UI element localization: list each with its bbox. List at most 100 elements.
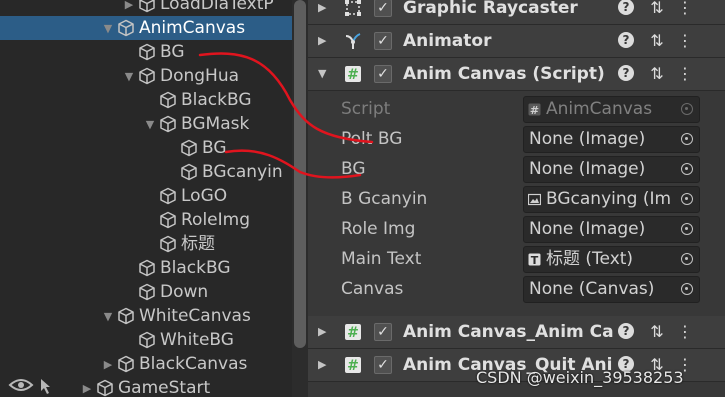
hierarchy-item[interactable]: ▼ DongHua bbox=[0, 64, 292, 88]
component-title: Animator bbox=[403, 31, 492, 51]
pickable-hand-icon[interactable] bbox=[38, 377, 56, 395]
hierarchy-item[interactable]: BGcanyin bbox=[0, 160, 292, 184]
hierarchy-item-label: BlackCanvas bbox=[139, 354, 248, 374]
presets-icon[interactable]: ⇅ bbox=[648, 32, 666, 50]
object-field-value: None (Image) bbox=[529, 129, 646, 149]
watermark: CSDN @weixin_39538253 bbox=[476, 368, 684, 387]
gameobject-cube-icon bbox=[181, 139, 197, 157]
expand-icon[interactable]: ▶ bbox=[318, 358, 326, 371]
collapse-icon[interactable]: ▼ bbox=[318, 67, 326, 80]
component-menu-icon[interactable]: ⋮ bbox=[676, 0, 694, 17]
hierarchy-item[interactable]: BG bbox=[0, 136, 292, 160]
expand-icon[interactable]: ▶ bbox=[318, 1, 326, 14]
object-picker-icon[interactable] bbox=[681, 223, 693, 235]
enabled-checkbox[interactable]: ✓ bbox=[374, 65, 392, 83]
presets-icon[interactable]: ⇅ bbox=[648, 323, 666, 341]
help-icon[interactable]: ? bbox=[618, 32, 634, 48]
presets-icon[interactable]: ⇅ bbox=[648, 65, 666, 83]
hierarchy-item[interactable]: ▶ BlackCanvas bbox=[0, 352, 292, 376]
expand-down-icon[interactable]: ▼ bbox=[101, 310, 115, 323]
object-field-value: None (Image) bbox=[529, 159, 646, 179]
hierarchy-item[interactable]: ▼ AnimCanvas bbox=[0, 16, 292, 40]
hierarchy-item[interactable]: RoleImg bbox=[0, 208, 292, 232]
hierarchy-item[interactable]: ▼ WhiteCanvas bbox=[0, 304, 292, 328]
presets-icon[interactable]: ⇅ bbox=[648, 0, 666, 17]
script-icon: # bbox=[345, 324, 361, 341]
hierarchy-item[interactable]: BG bbox=[0, 40, 292, 64]
gameobject-cube-icon bbox=[181, 163, 197, 181]
hierarchy-item[interactable]: WhiteBG bbox=[0, 328, 292, 352]
hierarchy-item-label: BG bbox=[202, 138, 227, 158]
hierarchy-item-label: 标题 bbox=[181, 234, 215, 254]
svg-text:T: T bbox=[531, 254, 539, 266]
expand-right-icon[interactable]: ▶ bbox=[122, 0, 136, 11]
component-menu-icon[interactable]: ⋮ bbox=[676, 32, 694, 50]
script-icon: # bbox=[528, 103, 541, 116]
component-menu-icon[interactable]: ⋮ bbox=[676, 323, 694, 341]
expand-down-icon[interactable]: ▼ bbox=[122, 70, 136, 83]
hierarchy-item-label: Down bbox=[160, 282, 209, 302]
script-icon: # bbox=[345, 357, 361, 374]
svg-text:#: # bbox=[347, 325, 359, 341]
hierarchy-item-label: WhiteCanvas bbox=[139, 306, 251, 326]
object-picker-icon[interactable] bbox=[681, 163, 693, 175]
expand-down-icon[interactable]: ▼ bbox=[101, 22, 115, 35]
hierarchy-item-label: WhiteBG bbox=[160, 330, 234, 350]
property-row: Polt BG None (Image) bbox=[308, 124, 725, 154]
help-icon[interactable]: ? bbox=[618, 0, 634, 15]
image-icon bbox=[528, 193, 541, 206]
hierarchy-item-label: BG bbox=[160, 42, 185, 62]
object-picker-icon[interactable] bbox=[681, 133, 693, 145]
expand-right-icon[interactable]: ▶ bbox=[80, 382, 94, 395]
component-header[interactable]: ▼ # ✓ Anim Canvas (Script)? ⇅ ⋮ bbox=[308, 58, 725, 91]
gameobject-cube-icon bbox=[139, 67, 155, 85]
expand-right-icon[interactable]: ▶ bbox=[101, 358, 115, 371]
object-field[interactable]: None (Image) bbox=[523, 126, 700, 153]
enabled-checkbox[interactable]: ✓ bbox=[374, 356, 392, 374]
svg-text:#: # bbox=[347, 67, 359, 83]
eye-icon[interactable] bbox=[8, 377, 34, 393]
component-header[interactable]: ▶ # ✓ Anim Canvas_Anim Ca? ⇅ ⋮ bbox=[308, 316, 725, 349]
hierarchy-item[interactable]: BlackBG bbox=[0, 256, 292, 280]
expand-down-icon[interactable]: ▼ bbox=[143, 118, 157, 131]
help-icon[interactable]: ? bbox=[618, 323, 634, 339]
hierarchy-item[interactable]: BlackBG bbox=[0, 88, 292, 112]
animator-icon bbox=[345, 33, 361, 49]
component-header[interactable]: ▶ ✓ Animator? ⇅ ⋮ bbox=[308, 25, 725, 58]
object-field[interactable]: None (Image) bbox=[523, 216, 700, 243]
object-field-value: None (Image) bbox=[529, 219, 646, 239]
graphic-raycaster-icon bbox=[345, 0, 361, 16]
gameobject-cube-icon bbox=[139, 43, 155, 61]
object-field[interactable]: BGcanying (Im bbox=[523, 186, 700, 213]
hierarchy-item-label: RoleImg bbox=[181, 210, 250, 230]
expand-icon[interactable]: ▶ bbox=[318, 325, 326, 338]
hierarchy-item[interactable]: ▶ LoadDiaTextP bbox=[0, 0, 292, 16]
object-picker-icon[interactable] bbox=[681, 253, 693, 265]
object-field[interactable]: None (Canvas) bbox=[523, 276, 700, 303]
enabled-checkbox[interactable]: ✓ bbox=[374, 32, 392, 50]
gameobject-cube-icon bbox=[160, 211, 176, 229]
object-picker-icon[interactable] bbox=[681, 193, 693, 205]
enabled-checkbox[interactable]: ✓ bbox=[374, 0, 392, 17]
scrollbar-thumb[interactable] bbox=[294, 0, 306, 348]
object-field[interactable]: T 标题 (Text) bbox=[523, 246, 700, 273]
svg-text:#: # bbox=[530, 104, 539, 116]
component-menu-icon[interactable]: ⋮ bbox=[676, 65, 694, 83]
component-header[interactable]: ▶ ✓ Graphic Raycaster? ⇅ ⋮ bbox=[308, 0, 725, 25]
object-picker-icon[interactable] bbox=[681, 283, 693, 295]
hierarchy-item[interactable]: ▼ BGMask bbox=[0, 112, 292, 136]
property-row: Role Img None (Image) bbox=[308, 214, 725, 244]
object-field-value: 标题 (Text) bbox=[546, 249, 634, 269]
hierarchy-item[interactable]: LoGO bbox=[0, 184, 292, 208]
property-label: B Gcanyin bbox=[341, 189, 428, 209]
hierarchy-item[interactable]: 标题 bbox=[0, 232, 292, 256]
object-field[interactable]: None (Image) bbox=[523, 156, 700, 183]
help-icon[interactable]: ? bbox=[618, 65, 634, 81]
hierarchy-item[interactable]: Down bbox=[0, 280, 292, 304]
hierarchy-item-label: LoadDiaTextP bbox=[160, 0, 274, 14]
hierarchy-item-label: BGMask bbox=[181, 114, 250, 134]
expand-icon[interactable]: ▶ bbox=[318, 34, 326, 47]
enabled-checkbox[interactable]: ✓ bbox=[374, 323, 392, 341]
object-picker-icon bbox=[681, 103, 693, 115]
object-field-value: BGcanying (Im bbox=[546, 189, 672, 209]
